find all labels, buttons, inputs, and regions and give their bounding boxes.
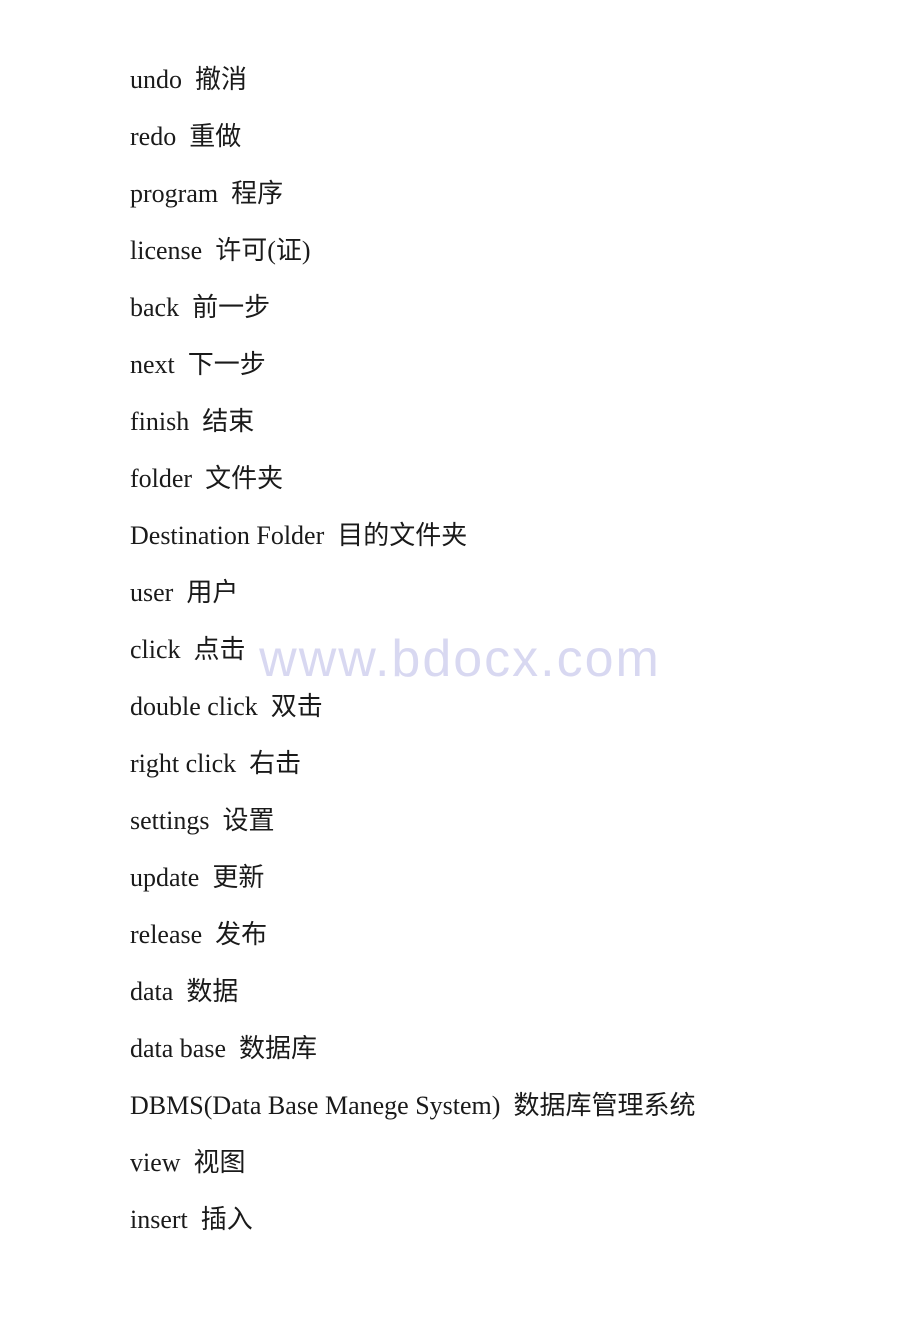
vocab-chinese: 插入 xyxy=(201,1205,253,1234)
vocab-item: insert 插入 xyxy=(130,1200,790,1239)
vocab-item: finish 结束 xyxy=(130,402,790,441)
vocab-english: data base xyxy=(130,1034,226,1063)
vocab-chinese: 双击 xyxy=(271,692,323,721)
vocab-item: data base 数据库 xyxy=(130,1029,790,1068)
vocab-item: next 下一步 xyxy=(130,345,790,384)
vocab-english: right click xyxy=(130,749,236,778)
vocab-english: DBMS(Data Base Manege System) xyxy=(130,1091,500,1120)
vocab-item: back 前一步 xyxy=(130,288,790,327)
vocab-item: update 更新 xyxy=(130,858,790,897)
vocab-chinese: 程序 xyxy=(231,179,283,208)
vocab-english: license xyxy=(130,236,202,265)
vocab-item: settings 设置 xyxy=(130,801,790,840)
vocab-chinese: 目的文件夹 xyxy=(337,521,467,550)
vocab-chinese: 数据库管理系统 xyxy=(513,1091,695,1120)
vocab-item: redo 重做 xyxy=(130,117,790,156)
vocab-item: click 点击 xyxy=(130,630,790,669)
vocab-chinese: 数据库 xyxy=(239,1034,317,1063)
vocab-item: DBMS(Data Base Manege System) 数据库管理系统 xyxy=(130,1086,790,1125)
vocab-english: view xyxy=(130,1148,181,1177)
main-content: www.bdocx.com undo 撤消redo 重做program 程序li… xyxy=(0,0,920,1317)
vocab-chinese: 许可(证) xyxy=(215,236,310,265)
vocab-item: right click 右击 xyxy=(130,744,790,783)
vocab-english: undo xyxy=(130,65,182,94)
vocab-chinese: 更新 xyxy=(212,863,264,892)
vocab-item: folder 文件夹 xyxy=(130,459,790,498)
vocab-chinese: 撤消 xyxy=(195,65,247,94)
vocab-chinese: 发布 xyxy=(215,920,267,949)
vocab-item: data 数据 xyxy=(130,972,790,1011)
vocab-chinese: 数据 xyxy=(186,977,238,1006)
vocab-english: double click xyxy=(130,692,258,721)
vocab-item: undo 撤消 xyxy=(130,60,790,99)
vocab-item: view 视图 xyxy=(130,1143,790,1182)
vocab-chinese: 点击 xyxy=(194,635,246,664)
vocab-item: release 发布 xyxy=(130,915,790,954)
vocab-item: license 许可(证) xyxy=(130,231,790,270)
vocab-item: program 程序 xyxy=(130,174,790,213)
vocab-chinese: 设置 xyxy=(222,806,274,835)
vocab-english: insert xyxy=(130,1205,188,1234)
vocab-chinese: 右击 xyxy=(249,749,301,778)
vocab-item: double click 双击 xyxy=(130,687,790,726)
vocab-english: user xyxy=(130,578,173,607)
vocab-chinese: 结束 xyxy=(202,407,254,436)
vocab-chinese: 重做 xyxy=(189,122,241,151)
vocab-chinese: 下一步 xyxy=(188,350,266,379)
vocab-chinese: 用户 xyxy=(186,578,238,607)
vocab-chinese: 视图 xyxy=(194,1148,246,1177)
vocab-english: finish xyxy=(130,407,189,436)
vocab-item: user 用户 xyxy=(130,573,790,612)
vocab-chinese: 前一步 xyxy=(192,293,270,322)
vocab-english: back xyxy=(130,293,179,322)
vocab-english: program xyxy=(130,179,218,208)
vocab-english: Destination Folder xyxy=(130,521,324,550)
vocab-english: redo xyxy=(130,122,176,151)
vocabulary-list: undo 撤消 redo 重做 program 程序 license 许可(证) bac… xyxy=(130,60,790,1239)
vocab-item: Destination Folder 目的文件夹 xyxy=(130,516,790,555)
vocab-english: update xyxy=(130,863,199,892)
vocab-english: release xyxy=(130,920,202,949)
vocab-english: next xyxy=(130,350,175,379)
vocab-english: click xyxy=(130,635,181,664)
vocab-english: data xyxy=(130,977,173,1006)
vocab-english: folder xyxy=(130,464,192,493)
vocab-english: settings xyxy=(130,806,209,835)
vocab-chinese: 文件夹 xyxy=(205,464,283,493)
